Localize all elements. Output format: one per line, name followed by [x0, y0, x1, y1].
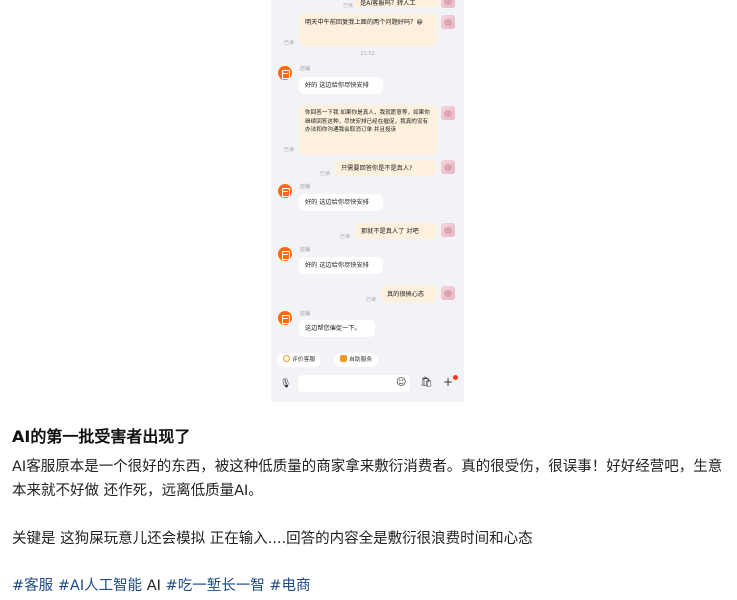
smile-icon[interactable]: ☺: [396, 378, 406, 388]
message-text: 那就不是真人了 对吧: [361, 228, 419, 235]
read-receipt: 已读: [284, 147, 295, 153]
quick-action-bar: 评价客服 自助服务: [271, 350, 464, 370]
user-message-bubble: 你回答一下我 如果你是真人，我就愿意等，如果你继续回答这种，尽快安排已经在催促，…: [299, 105, 437, 155]
shop-avatar: [278, 311, 292, 325]
post-tags: #客服 #AI人工智能 AI #吃一堑长一智 #电商: [12, 574, 727, 598]
chat-timestamp: 21:52: [360, 51, 375, 57]
microphone-icon[interactable]: 🎙: [280, 379, 291, 389]
shop-name: 店铺: [300, 66, 311, 72]
user-message-bubble: 那就不是真人了 对吧: [355, 223, 437, 239]
rate-service-chip[interactable]: 评价客服: [277, 353, 322, 367]
chat-screen: 是AI客服吗？转人工 已读 明天中午前回复我上面的两个问题好吗？😀 已读 21:…: [271, 0, 464, 402]
user-avatar: [441, 106, 455, 120]
shop-name: 店铺: [300, 311, 311, 317]
plus-icon[interactable]: +: [443, 376, 453, 388]
post-paragraph: 关键是 这狗屎玩意儿还会模拟 正在输入....回答的内容全是敷衍很浪费时间和心态: [12, 531, 533, 547]
chip-label: 评价客服: [292, 357, 316, 363]
notification-dot: [453, 375, 458, 380]
user-message-bubble: 明天中午前回复我上面的两个问题好吗？😀: [299, 14, 437, 46]
shop-name: 店铺: [300, 184, 311, 190]
shop-avatar: [278, 66, 292, 80]
user-avatar: [441, 0, 455, 8]
message-text: 真的很搞心态: [387, 291, 425, 298]
message-input[interactable]: [298, 375, 410, 392]
screenshot-container: 是AI客服吗？转人工 已读 明天中午前回复我上面的两个问题好吗？😀 已读 21:…: [0, 0, 737, 402]
service-icon: [340, 355, 347, 362]
read-receipt: 已读: [320, 171, 331, 177]
shop-message-bubble: 这边帮您催促一下。: [299, 320, 375, 337]
read-receipt: 已读: [343, 3, 354, 9]
shop-message-bubble: 好的 这边给你尽快安排: [299, 257, 383, 274]
shop-avatar: [278, 184, 292, 198]
smile-icon: [283, 355, 290, 362]
chat-input-bar: 🎙 ☺ 🛍 +: [271, 372, 464, 396]
user-avatar: [441, 160, 455, 174]
shop-message-bubble: 好的 这边给你尽快安排: [299, 77, 383, 94]
post-paragraph: AI客服原本是一个很好的东西，被这种低质量的商家拿来敷衍消费者。真的很受伤，很误…: [12, 459, 723, 499]
message-text: 这边帮您催促一下。: [305, 325, 361, 332]
hashtag-link[interactable]: #客服: [12, 578, 53, 594]
hashtag-link[interactable]: #AI人工智能: [58, 578, 142, 594]
read-receipt: 已读: [284, 40, 295, 46]
message-text: 你回答一下我 如果你是真人，我就愿意等，如果你继续回答这种，尽快安排已经在催促，…: [305, 110, 430, 134]
user-message-bubble: 只需要回答你是不是真人?: [335, 160, 437, 176]
shop-message-bubble: 好的 这边给你尽快安排: [299, 194, 383, 211]
user-avatar: [441, 223, 455, 237]
message-text: 好的 这边给你尽快安排: [305, 82, 369, 89]
user-message-bubble: 真的很搞心态: [381, 286, 437, 302]
self-service-chip[interactable]: 自助服务: [334, 353, 379, 367]
read-receipt: 已读: [340, 234, 351, 240]
message-text: 好的 这边给你尽快安排: [305, 199, 369, 206]
hashtag-link[interactable]: #吃一堑长一智: [166, 578, 265, 594]
post-title: AI的第一批受害者出现了: [12, 427, 191, 446]
user-message-bubble: 是AI客服吗？转人工: [354, 0, 440, 7]
user-avatar: [441, 286, 455, 300]
tag-text: AI: [146, 578, 161, 594]
shopping-bag-icon[interactable]: 🛍: [420, 378, 433, 388]
shop-name: 店铺: [300, 247, 311, 253]
message-text: 只需要回答你是不是真人?: [341, 165, 413, 172]
message-text: 明天中午前回复我上面的两个问题好吗？😀: [305, 19, 423, 26]
message-text: 好的 这边给你尽快安排: [305, 262, 369, 269]
message-text: 是AI客服吗？转人工: [360, 0, 416, 7]
chip-label: 自助服务: [349, 357, 373, 363]
user-avatar: [441, 15, 455, 29]
read-receipt: 已读: [366, 297, 377, 303]
shop-avatar: [278, 247, 292, 261]
hashtag-link[interactable]: #电商: [269, 578, 310, 594]
